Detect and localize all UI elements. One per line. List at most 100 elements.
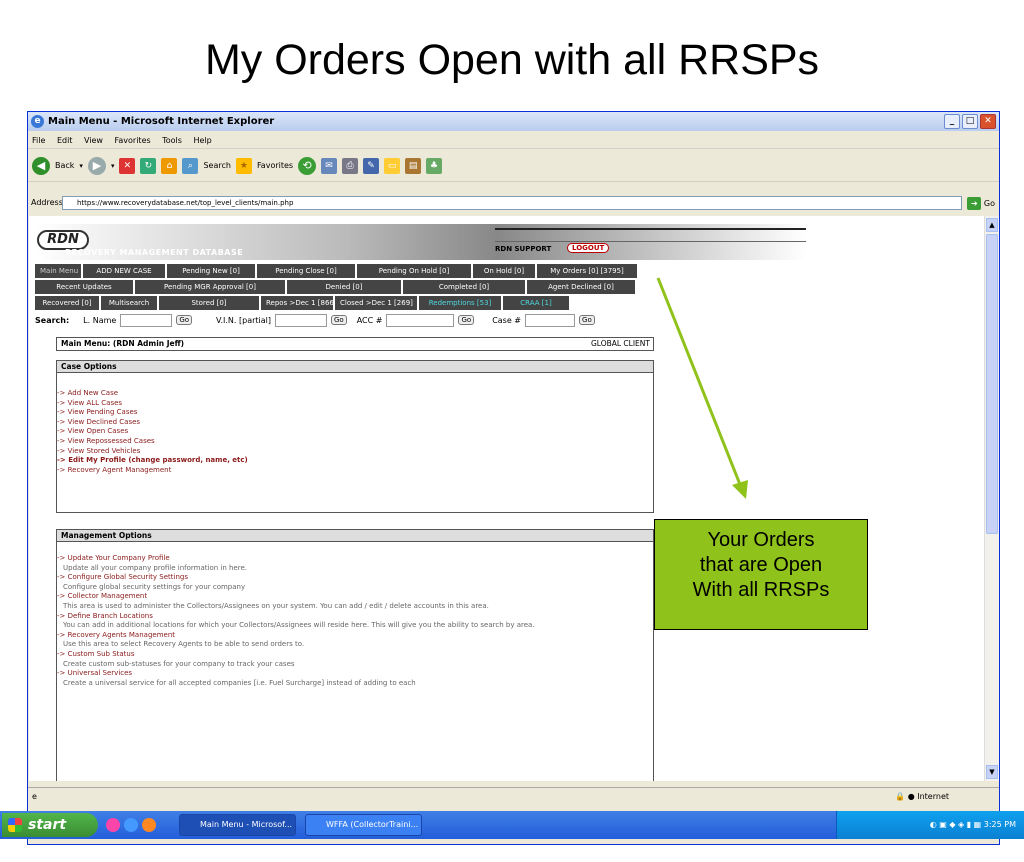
home-icon[interactable]: ⌂ xyxy=(161,157,178,174)
menu-favorites[interactable]: Favorites xyxy=(115,136,151,145)
quick-launch xyxy=(106,818,156,832)
maximize-button[interactable]: □ xyxy=(962,114,978,129)
link-recovery-agents-management[interactable]: -> Recovery Agents Management xyxy=(57,631,653,641)
link-universal-services[interactable]: -> Universal Services xyxy=(57,669,653,679)
menu-edit[interactable]: Edit xyxy=(57,136,73,145)
link-edit-my-profile[interactable]: -> Edit My Profile (change password, nam… xyxy=(57,456,653,466)
vin-input[interactable] xyxy=(275,313,327,327)
forward-arrow-icon[interactable]: ▶ xyxy=(87,156,106,175)
minimize-button[interactable]: _ xyxy=(944,114,960,129)
nav-recovered[interactable]: Recovered [0] xyxy=(35,296,99,310)
callout-line-1: Your Orders xyxy=(707,529,815,551)
rdn-logo: RDN xyxy=(37,230,89,250)
history-icon[interactable]: ⟲ xyxy=(298,156,317,175)
folder-icon[interactable]: ▭ xyxy=(384,157,401,174)
nav-add-new-case[interactable]: ADD NEW CASE xyxy=(83,264,165,278)
search-button-label[interactable]: Search xyxy=(203,161,230,170)
link-view-repossessed-cases[interactable]: -> View Repossessed Cases xyxy=(57,437,653,447)
nav-redemptions[interactable]: Redemptions [53] xyxy=(419,296,501,310)
back-button-label[interactable]: Back xyxy=(55,161,74,170)
nav-pending-close[interactable]: Pending Close [0] xyxy=(257,264,355,278)
acc-go-button[interactable]: Go xyxy=(458,315,475,325)
menu-file[interactable]: File xyxy=(32,136,45,145)
scroll-thumb[interactable] xyxy=(986,234,998,534)
lname-go-button[interactable]: Go xyxy=(176,315,193,325)
acc-input[interactable] xyxy=(386,313,455,327)
taskbar-item-main-menu[interactable]: Main Menu - Microsof... xyxy=(179,814,296,836)
lname-input[interactable] xyxy=(120,313,173,327)
close-button[interactable]: ✕ xyxy=(980,114,996,129)
refresh-icon[interactable]: ↻ xyxy=(140,157,157,174)
nav-on-hold[interactable]: On Hold [0] xyxy=(473,264,535,278)
go-arrow-icon[interactable]: ➔ xyxy=(967,197,982,210)
status-zone-label: Internet xyxy=(917,792,949,801)
link-update-company-profile[interactable]: -> Update Your Company Profile xyxy=(57,554,653,564)
back-arrow-icon[interactable]: ◀ xyxy=(32,156,50,175)
link-view-all-cases[interactable]: -> View ALL Cases xyxy=(57,399,653,409)
taskbar-item-wffa[interactable]: WFFA (CollectorTraini... xyxy=(305,814,422,836)
windows-taskbar: start Main Menu - Microsof... WFFA (Coll… xyxy=(0,811,1024,839)
menu-view[interactable]: View xyxy=(84,136,103,145)
link-view-pending-cases[interactable]: -> View Pending Cases xyxy=(57,408,653,418)
nav-main-menu[interactable]: Main Menu xyxy=(35,264,81,278)
edit-icon[interactable]: ✎ xyxy=(363,157,380,174)
start-button[interactable]: start xyxy=(2,813,98,837)
link-define-branch-locations[interactable]: -> Define Branch Locations xyxy=(57,612,653,622)
nav-multisearch[interactable]: Multisearch xyxy=(101,296,157,310)
nav-pending-mgr-approval[interactable]: Pending MGR Approval [0] xyxy=(135,280,285,294)
link-view-declined-cases[interactable]: -> View Declined Cases xyxy=(57,418,653,428)
link-recovery-agent-management[interactable]: -> Recovery Agent Management xyxy=(57,466,653,476)
scroll-up-icon[interactable]: ▲ xyxy=(986,218,998,232)
link-custom-sub-status[interactable]: -> Custom Sub Status xyxy=(57,650,653,660)
research-icon[interactable]: ▤ xyxy=(405,157,422,174)
status-zone: 🔒 ● Internet xyxy=(895,788,949,805)
link-collector-management[interactable]: -> Collector Management xyxy=(57,592,653,602)
menu-tools[interactable]: Tools xyxy=(162,136,182,145)
system-tray: ◐ ▣ ◆ ◈ ▮ ▦ 3:25 PM xyxy=(836,811,1024,839)
nav-completed[interactable]: Completed [0] xyxy=(403,280,525,294)
tray-icons[interactable]: ◐ ▣ ◆ ◈ ▮ ▦ xyxy=(930,820,984,829)
nav-repos[interactable]: Repos >Dec 1 [866] xyxy=(261,296,337,310)
nav-my-orders[interactable]: My Orders [0] [3795] xyxy=(537,264,637,278)
print-icon[interactable]: ⎙ xyxy=(342,157,359,174)
nav-pending-new[interactable]: Pending New [0] xyxy=(167,264,255,278)
go-label[interactable]: Go xyxy=(984,199,995,208)
acc-label: ACC # xyxy=(356,315,383,325)
messenger-icon[interactable]: ♣ xyxy=(426,157,443,174)
favorites-star-icon[interactable]: ★ xyxy=(235,157,252,174)
nav-pending-on-hold[interactable]: Pending On Hold [0] xyxy=(357,264,471,278)
mail-icon[interactable]: ✉ xyxy=(321,157,338,174)
address-go[interactable]: ➔ Go xyxy=(967,196,995,212)
nav-craa[interactable]: CRAA [1] xyxy=(503,296,569,310)
scroll-down-icon[interactable]: ▼ xyxy=(986,765,998,779)
menu-help[interactable]: Help xyxy=(193,136,211,145)
case-go-button[interactable]: Go xyxy=(579,315,595,325)
nav-denied[interactable]: Denied [0] xyxy=(287,280,401,294)
quicklaunch-firefox-icon[interactable] xyxy=(142,818,156,832)
stop-icon[interactable]: ✕ xyxy=(119,157,136,174)
status-bar: e 🔒 ● Internet xyxy=(28,787,999,804)
slide-title: My Orders Open with all RRSPs xyxy=(204,36,820,84)
nav-stored[interactable]: Stored [0] xyxy=(159,296,259,310)
search-icon[interactable]: ⌕ xyxy=(182,157,199,174)
page-content: RDN RECOVERY MANAGEMENT DATABASE RDN SUP… xyxy=(29,216,984,781)
main-menu-title: Main Menu: (RDN Admin Jeff) xyxy=(61,339,185,348)
support-link[interactable]: RDN SUPPORT xyxy=(495,245,551,253)
favorites-button-label[interactable]: Favorites xyxy=(257,161,293,170)
logout-button[interactable]: LOGOUT xyxy=(567,243,610,253)
link-view-open-cases[interactable]: -> View Open Cases xyxy=(57,427,653,437)
quicklaunch-outlook-icon[interactable] xyxy=(106,818,120,832)
nav-agent-declined[interactable]: Agent Declined [0] xyxy=(527,280,635,294)
link-add-new-case[interactable]: -> Add New Case xyxy=(57,389,653,399)
start-label[interactable]: start xyxy=(28,817,66,833)
quicklaunch-ie-icon[interactable] xyxy=(124,818,138,832)
vertical-scrollbar[interactable]: ▲ ▼ xyxy=(984,216,999,781)
case-label: Case # xyxy=(492,315,522,325)
address-input[interactable]: https://www.recoverydatabase.net/top_lev… xyxy=(62,196,962,210)
vin-go-button[interactable]: Go xyxy=(331,315,347,325)
case-input[interactable] xyxy=(525,313,576,327)
nav-closed[interactable]: Closed >Dec 1 [269] xyxy=(335,296,417,310)
link-view-stored-vehicles[interactable]: -> View Stored Vehicles xyxy=(57,447,653,457)
link-configure-security[interactable]: -> Configure Global Security Settings xyxy=(57,573,653,583)
nav-recent-updates[interactable]: Recent Updates xyxy=(35,280,133,294)
